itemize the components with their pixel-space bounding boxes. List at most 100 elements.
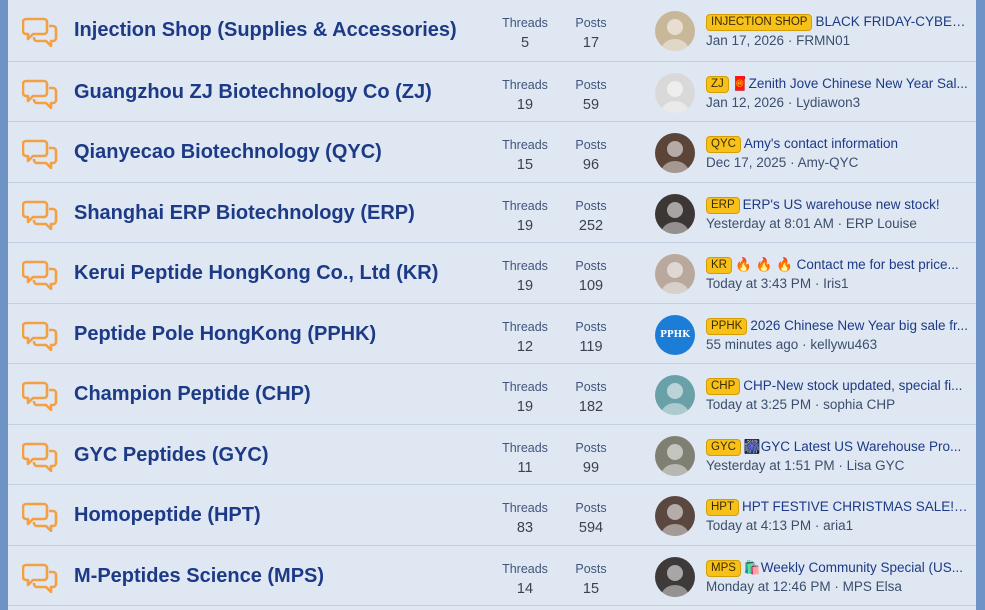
threads-count: 19 — [516, 96, 534, 113]
separator: · — [811, 397, 824, 412]
latest-thread-link[interactable]: 🛍️Weekly Community Special (US... — [744, 560, 963, 575]
threads-stat: Threads 19 — [495, 259, 555, 294]
latest-author-link[interactable]: ERP Louise — [846, 216, 917, 231]
threads-count: 5 — [520, 35, 530, 51]
latest-thread-link[interactable]: 🎆GYC Latest US Warehouse Pro... — [744, 439, 961, 454]
latest-thread-link[interactable]: BLACK FRIDAY-CYBER M... — [815, 14, 968, 29]
latest-date[interactable]: Today at 3:43 PM — [706, 276, 811, 291]
latest-post: HPT HPT FESTIVE CHRISTMAS SALE! ... Today… — [706, 497, 968, 533]
latest-thread-link[interactable]: 2026 Chinese New Year big sale fr... — [750, 318, 968, 333]
separator: · — [811, 276, 824, 291]
latest-thread-link[interactable]: Amy's contact information — [744, 136, 898, 151]
latest-author-link[interactable]: kellywu463 — [810, 337, 877, 352]
forum-chat-bubbles-icon[interactable] — [21, 137, 60, 170]
forum-title-link[interactable]: GYC Peptides (GYC) — [74, 444, 268, 467]
threads-count: 19 — [516, 278, 534, 294]
avatar[interactable] — [655, 193, 695, 234]
latest-author-link[interactable]: Iris1 — [823, 276, 849, 291]
thread-prefix-badge[interactable]: INJECTION SHOP — [706, 14, 813, 31]
threads-label: Threads — [502, 77, 548, 92]
latest-post: ZJ 🧧Zenith Jove Chinese New Year Sal... J… — [706, 74, 968, 110]
forum-chat-bubbles-icon[interactable] — [21, 77, 60, 109]
avatar[interactable] — [655, 72, 695, 113]
threads-label: Threads — [502, 319, 548, 334]
thread-prefix-badge[interactable]: HPT — [706, 499, 739, 516]
latest-date[interactable]: 55 minutes ago — [706, 337, 798, 352]
latest-post: ERP ERP's US warehouse new stock! Yesterd… — [706, 195, 968, 231]
latest-thread-link[interactable]: HPT FESTIVE CHRISTMAS SALE! ... — [742, 499, 968, 514]
avatar[interactable] — [655, 435, 695, 476]
threads-stat: Threads 83 — [495, 501, 555, 536]
latest-date[interactable]: Jan 12, 2026 — [706, 95, 784, 110]
latest-date[interactable]: Dec 17, 2025 — [706, 155, 786, 170]
posts-stat: Posts 59 — [561, 78, 621, 113]
forum-row: GYC Peptides (GYC) Threads 11 Posts 99 G… — [8, 424, 976, 485]
latest-date[interactable]: Monday at 12:46 PM — [706, 579, 831, 594]
forum-title-link[interactable]: M-Peptides Science (MPS) — [74, 565, 324, 588]
posts-label: Posts — [575, 138, 607, 152]
latest-post: INJECTION SHOPBLACK FRIDAY-CYBER M... Ja… — [706, 12, 968, 48]
forum-chat-bubbles-icon[interactable] — [21, 258, 60, 291]
forum-title-link[interactable]: Guangzhou ZJ Biotechnology Co (ZJ) — [74, 81, 432, 104]
thread-prefix-badge[interactable]: ZJ — [706, 75, 729, 93]
forum-row: Kerui Peptide HongKong Co., Ltd (KR) Thr… — [8, 243, 976, 304]
latest-date[interactable]: Jan 17, 2026 — [706, 33, 784, 48]
thread-prefix-badge[interactable]: PPHK — [706, 317, 748, 335]
thread-prefix-badge[interactable]: ERP — [706, 196, 740, 214]
latest-author-link[interactable]: Lydiawon3 — [796, 95, 860, 110]
posts-count: 59 — [582, 96, 600, 113]
forum-title-link[interactable]: Homopeptide (HPT) — [74, 504, 261, 527]
posts-label: Posts — [575, 77, 607, 92]
thread-prefix-badge[interactable]: GYC — [706, 438, 741, 456]
latest-author-link[interactable]: Amy-QYC — [798, 155, 859, 170]
posts-label: Posts — [575, 319, 607, 334]
latest-date[interactable]: Yesterday at 8:01 AM — [706, 216, 834, 231]
forum-title-link[interactable]: Injection Shop (Supplies & Accessories) — [74, 19, 457, 42]
thread-prefix-badge[interactable]: KR — [706, 257, 732, 274]
latest-date[interactable]: Today at 4:13 PM — [706, 518, 811, 533]
posts-count: 594 — [578, 520, 604, 536]
forum-title-link[interactable]: Qianyecao Biotechnology (QYC) — [74, 141, 382, 164]
latest-author-link[interactable]: FRMN01 — [796, 33, 850, 48]
posts-count: 96 — [582, 157, 600, 173]
forum-title-link[interactable]: Shanghai ERP Biotechnology (ERP) — [74, 202, 415, 225]
forum-chat-bubbles-icon[interactable] — [21, 319, 60, 351]
avatar[interactable]: PPHK — [655, 314, 695, 355]
latest-author-link[interactable]: aria1 — [823, 518, 853, 533]
threads-count: 15 — [516, 157, 534, 173]
avatar[interactable] — [655, 556, 695, 597]
forum-chat-bubbles-icon[interactable] — [21, 440, 60, 472]
avatar[interactable] — [655, 254, 695, 294]
forum-chat-bubbles-icon[interactable] — [21, 198, 60, 230]
avatar[interactable] — [655, 133, 695, 173]
forum-chat-bubbles-icon[interactable] — [21, 561, 60, 593]
avatar[interactable] — [655, 11, 695, 51]
threads-label: Threads — [502, 501, 548, 515]
latest-post: CHP CHP-New stock updated, special fi... … — [706, 376, 968, 412]
forum-chat-bubbles-icon[interactable] — [21, 500, 60, 533]
forum-title-link[interactable]: Peptide Pole HongKong (PPHK) — [74, 323, 376, 346]
latest-author-link[interactable]: Lisa GYC — [847, 458, 905, 473]
latest-thread-link[interactable]: 🔥 🔥 🔥 Contact me for best price... — [735, 257, 959, 272]
latest-post: QYC Amy's contact information Dec 17, 202… — [706, 134, 968, 170]
latest-date[interactable]: Yesterday at 1:51 PM — [706, 458, 835, 473]
forum-chat-bubbles-icon[interactable] — [21, 15, 60, 48]
latest-thread-link[interactable]: 🧧Zenith Jove Chinese New Year Sal... — [732, 76, 968, 91]
forum-title-link[interactable]: Kerui Peptide HongKong Co., Ltd (KR) — [74, 262, 438, 285]
avatar[interactable] — [655, 496, 695, 536]
latest-author-link[interactable]: MPS Elsa — [843, 579, 902, 594]
thread-prefix-badge[interactable]: QYC — [706, 136, 741, 153]
avatar[interactable] — [655, 375, 695, 415]
forum-chat-bubbles-icon[interactable] — [21, 379, 60, 412]
forum-title-link[interactable]: Champion Peptide (CHP) — [74, 383, 311, 406]
latest-author-link[interactable]: sophia CHP — [823, 397, 895, 412]
threads-label: Threads — [502, 259, 548, 273]
posts-label: Posts — [575, 501, 607, 515]
thread-prefix-badge[interactable]: MPS — [706, 559, 741, 577]
latest-thread-link[interactable]: CHP-New stock updated, special fi... — [743, 378, 962, 393]
separator: · — [798, 336, 811, 352]
latest-date[interactable]: Today at 3:25 PM — [706, 397, 811, 412]
forum-row: Shanghai ERP Biotechnology (ERP) Threads… — [8, 182, 976, 243]
latest-thread-link[interactable]: ERP's US warehouse new stock! — [743, 197, 940, 212]
thread-prefix-badge[interactable]: CHP — [706, 378, 741, 395]
